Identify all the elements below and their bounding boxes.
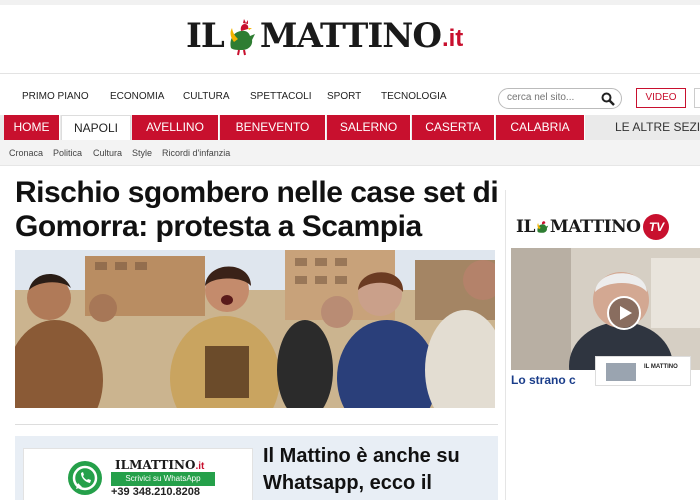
sub-nav: Cronaca Politica Cultura Style Ricordi d… [0,140,700,166]
cut-off-button[interactable] [694,88,700,108]
city-nav: HOME NAPOLI AVELLINO BENEVENTO SALERNO C… [0,115,700,140]
article-hero-image[interactable] [15,250,495,408]
city-tab-benevento[interactable]: BENEVENTO [220,115,326,140]
tv-logo-il: IL [516,217,535,237]
whatsapp-cta[interactable]: Scrivici su WhatsApp [111,472,215,486]
nav-item-cultura[interactable]: CULTURA [183,91,229,102]
page: IL MATTINO .it PRIMO PIANO ECONOMIA CULT… [0,0,700,500]
subnav-item-ricordi[interactable]: Ricordi d'infanzia [162,148,230,158]
site-logo[interactable]: IL MATTINO .it [186,16,463,56]
magnifier-icon[interactable] [601,92,615,106]
logo-tld: .it [441,25,464,52]
article-headline[interactable]: Rischio sgombero nelle case set di Gomor… [15,176,500,244]
nav-item-tecnologia[interactable]: TECNOLOGIA [381,91,447,102]
rooster-logo-icon [537,221,549,233]
city-tab-napoli[interactable]: NAPOLI [61,115,131,140]
masthead: IL MATTINO .it [0,0,700,74]
promo-logo-il: IL [115,458,130,472]
video-button[interactable]: VIDEO [636,88,686,108]
play-icon[interactable] [606,295,642,331]
subnav-item-cultura[interactable]: Cultura [93,148,122,158]
section-divider [15,424,498,425]
tv-logo-mattino: MATTINO [549,217,641,237]
video-caption[interactable]: Lo strano c [511,373,595,387]
logo-text-mattino: MATTINO [259,16,442,56]
promo-logo: ILMATTINO.it [115,458,204,472]
whatsapp-phone-number: +39 348.210.8208 [111,486,201,498]
nav-item-sport[interactable]: SPORT [327,91,361,102]
city-tab-caserta[interactable]: CASERTA [412,115,495,140]
thumb-image [606,363,636,381]
thumb-label: IL MATTINO [644,364,678,370]
promo-logo-tld: .it [195,461,205,472]
nav-item-economia[interactable]: ECONOMIA [110,91,164,102]
search-input[interactable] [507,92,597,103]
promo-headline[interactable]: Il Mattino è anche su Whatsapp, ecco il [263,443,493,497]
city-tab-avellino[interactable]: AVELLINO [132,115,219,140]
logo-text-il: IL [186,16,225,56]
search-box [498,88,622,109]
subnav-item-politica[interactable]: Politica [53,148,82,158]
subnav-item-style[interactable]: Style [132,148,152,158]
rooster-logo-icon [230,19,255,56]
sidebar-divider [505,190,506,500]
promo-logo-mattino: MATTINO [129,458,196,472]
city-tab-home[interactable]: HOME [4,115,60,140]
nav-item-spettacoli[interactable]: SPETTACOLI [250,91,312,102]
whatsapp-icon [68,461,102,495]
video-thumbnail[interactable]: IL MATTINO [595,356,691,386]
city-tab-altre-sezioni[interactable]: LE ALTRE SEZIONI [615,115,700,140]
tv-badge: TV [643,214,670,240]
nav-item-primo-piano[interactable]: PRIMO PIANO [22,91,89,102]
city-tab-calabria[interactable]: CALABRIA [496,115,585,140]
mattino-tv-logo[interactable]: IL MATTINO TV [516,214,670,240]
top-strip [0,0,700,5]
city-tab-salerno[interactable]: SALERNO [327,115,411,140]
subnav-item-cronaca[interactable]: Cronaca [9,148,43,158]
